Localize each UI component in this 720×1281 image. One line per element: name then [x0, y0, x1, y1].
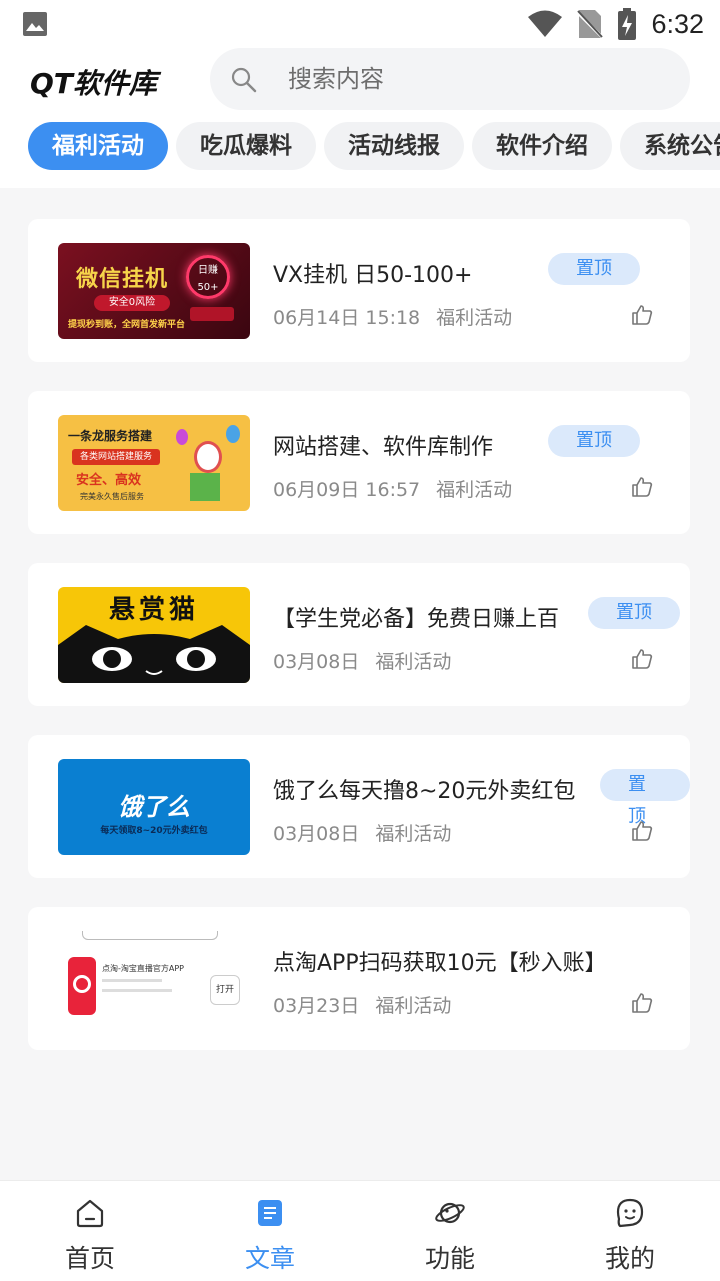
article-date: 03月23日 [273, 995, 360, 1017]
article-card[interactable]: 饿了么 每天领取8~20元外卖红包 饿了么每天撸8~20元外卖红包 03月08日… [28, 735, 690, 878]
home-icon [76, 1199, 104, 1228]
pinned-badge: 置顶 [548, 253, 640, 285]
thumb-headline: 微信挂机 [76, 267, 169, 292]
gift-box-shape [190, 473, 220, 501]
diantao-logo-icon [68, 957, 96, 1015]
article-meta: 03月23日 福利活动 [273, 991, 467, 1018]
thumbs-up-icon[interactable] [630, 819, 654, 843]
article-thumbnail: 微信挂机 安全0风险 提现秒到账，全网首发新平台 日赚 50+ [58, 243, 250, 339]
nav-profile[interactable]: 我的 [540, 1181, 720, 1281]
tab-software[interactable]: 软件介绍 [472, 122, 612, 170]
thumb-headline: 一条龙服务搭建 [68, 429, 153, 443]
gallery-notification-icon [23, 12, 47, 36]
article-icon [258, 1200, 282, 1226]
article-date: 06月14日 15:18 [273, 307, 421, 329]
tab-welfare[interactable]: 福利活动 [28, 122, 168, 170]
app-title: QT软件库 [30, 67, 157, 100]
search-input[interactable] [286, 58, 670, 100]
article-date: 03月08日 [273, 651, 360, 673]
thumb-footer: 提现秒到账，全网首发新平台 [68, 320, 186, 330]
article-thumbnail: 点淘-淘宝直播官方APP 打开 [58, 931, 250, 1027]
article-title: VX挂机 日50-100+ [273, 263, 473, 288]
article-category: 福利活动 [436, 479, 513, 501]
article-meta: 06月14日 15:18 福利活动 [273, 303, 528, 330]
article-list: 微信挂机 安全0风险 提现秒到账，全网首发新平台 日赚 50+ VX挂机 日50… [28, 219, 690, 1079]
pinned-badge: 置顶 [548, 425, 640, 457]
profile-icon [616, 1198, 644, 1228]
category-tabs: 福利活动吃瓜爆料活动线报软件介绍系统公告 [28, 122, 720, 170]
pinned-badge: 置顶 [600, 769, 690, 827]
planet-icon [435, 1202, 465, 1224]
thumb-line3: 安全、高效 [76, 473, 142, 488]
nav-features[interactable]: 功能 [360, 1181, 540, 1281]
nav-profile-label: 我的 [604, 1244, 655, 1273]
article-date: 06月09日 16:57 [273, 479, 421, 501]
article-title: 【学生党必备】免费日赚上百 [273, 607, 560, 632]
thumbs-up-icon[interactable] [630, 303, 654, 327]
thumb-sub: 安全0风险 [94, 295, 170, 311]
nav-home[interactable]: 首页 [0, 1181, 180, 1281]
thumb-badge-top: 日赚 [198, 265, 218, 276]
tab-deals[interactable]: 活动线报 [324, 122, 464, 170]
balloon-shape [226, 425, 240, 443]
thumb-badge: 日赚 50+ [186, 255, 230, 299]
article-card[interactable]: 一条龙服务搭建 各类网站搭建服务 安全、高效 完美永久售后服务 网站搭建、软件库… [28, 391, 690, 534]
article-thumbnail: 饿了么 每天领取8~20元外卖红包 [58, 759, 250, 855]
tab-gossip[interactable]: 吃瓜爆料 [176, 122, 316, 170]
search-bar[interactable] [210, 48, 690, 110]
wifi-icon [528, 10, 563, 37]
cat-face-shape [58, 625, 250, 683]
nav-articles-label: 文章 [244, 1244, 295, 1273]
balloon-shape [176, 429, 188, 445]
nav-home-label: 首页 [64, 1244, 115, 1273]
clown-shape [194, 441, 222, 473]
pinned-badge: 置顶 [588, 597, 680, 629]
thumb-badge-bottom: 50+ [197, 282, 219, 293]
article-card[interactable]: 点淘-淘宝直播官方APP 打开 点淘APP扫码获取10元【秒入账】 03月23日… [28, 907, 690, 1050]
nav-features-label: 功能 [424, 1244, 475, 1273]
article-category: 福利活动 [375, 651, 452, 673]
thumbs-up-icon[interactable] [630, 991, 654, 1015]
article-meta: 03月08日 福利活动 [273, 819, 467, 846]
article-title: 饿了么每天撸8~20元外卖红包 [273, 779, 576, 804]
thumb-open-button: 打开 [210, 975, 240, 1005]
thumbs-up-icon[interactable] [630, 647, 654, 671]
thumb-headline: 点淘-淘宝直播官方APP [102, 964, 185, 973]
article-category: 福利活动 [375, 823, 452, 845]
article-meta: 03月08日 福利活动 [273, 647, 467, 674]
thumb-headline: 饿了么 [118, 793, 190, 821]
article-date: 03月08日 [273, 823, 360, 845]
article-category: 福利活动 [436, 307, 513, 329]
thumb-text-line [102, 979, 162, 982]
thumb-headline: 悬赏猫 [108, 595, 199, 625]
search-icon [231, 67, 257, 93]
article-card[interactable]: 悬赏猫 【学生党必备】免费日赚上百 03月08日 福利活动 置顶 [28, 563, 690, 706]
thumb-sub: 各类网站搭建服务 [72, 449, 160, 465]
nav-articles[interactable]: 文章 [180, 1181, 360, 1281]
thumb-footer: 每天领取8~20元外卖红包 [100, 826, 208, 836]
thumb-top-line [82, 931, 218, 940]
podium-shape [190, 307, 234, 321]
article-card[interactable]: 微信挂机 安全0风险 提现秒到账，全网首发新平台 日赚 50+ VX挂机 日50… [28, 219, 690, 362]
thumb-footer: 完美永久售后服务 [80, 492, 144, 501]
article-meta: 06月09日 16:57 福利活动 [273, 475, 528, 502]
battery-charging-icon [618, 8, 637, 40]
status-time: 6:32 [651, 8, 704, 39]
bottom-navigation: 首页 文章 功能 我的 [0, 1180, 720, 1281]
tab-announcement[interactable]: 系统公告 [620, 122, 720, 170]
status-bar: 6:32 [0, 0, 720, 48]
article-category: 福利活动 [375, 995, 452, 1017]
article-title: 点淘APP扫码获取10元【秒入账】 [273, 951, 607, 976]
thumbs-up-icon[interactable] [630, 475, 654, 499]
article-thumbnail: 悬赏猫 [58, 587, 250, 683]
thumb-text-line [102, 989, 172, 992]
header: QT软件库 福利活动吃瓜爆料活动线报软件介绍系统公告 [0, 48, 720, 188]
article-title: 网站搭建、软件库制作 [273, 435, 494, 460]
article-thumbnail: 一条龙服务搭建 各类网站搭建服务 安全、高效 完美永久售后服务 [58, 415, 250, 511]
no-sim-icon [577, 10, 604, 40]
